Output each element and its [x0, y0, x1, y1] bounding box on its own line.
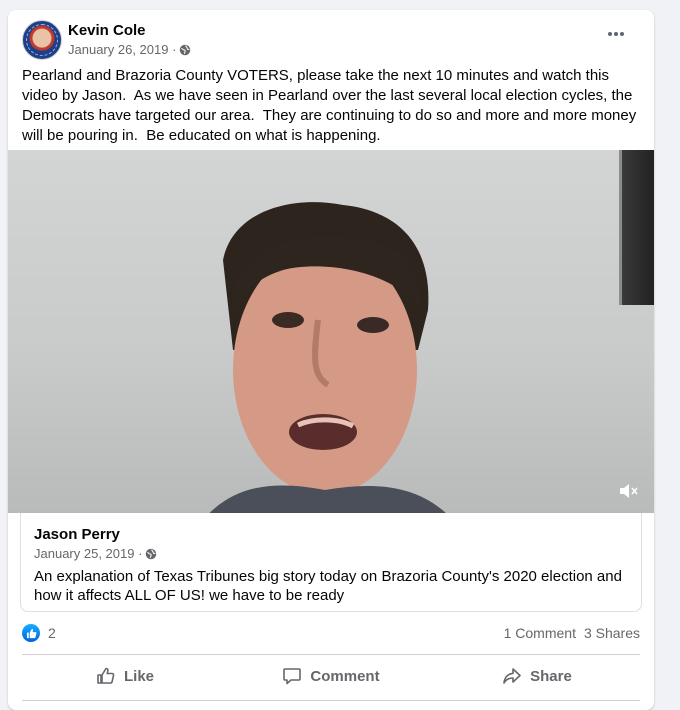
more-options-icon[interactable] — [604, 22, 628, 46]
post-stats: 2 1 Comment 3 Shares — [22, 622, 640, 646]
like-reaction-icon[interactable] — [22, 624, 40, 642]
divider — [22, 700, 640, 701]
engagement-counts: 1 Comment 3 Shares — [504, 625, 640, 641]
share-count[interactable]: 3 Shares — [584, 625, 640, 641]
like-count[interactable]: 2 — [48, 625, 56, 641]
globe-icon — [180, 44, 191, 55]
like-label: Like — [123, 667, 154, 685]
comment-icon — [283, 668, 302, 685]
like-button[interactable]: Like — [22, 659, 228, 693]
comment-count[interactable]: 1 Comment — [504, 625, 576, 641]
mute-icon[interactable] — [618, 481, 640, 501]
thumbs-up-icon — [97, 667, 115, 684]
comment-label: Comment — [310, 667, 380, 685]
comment-button[interactable]: Comment — [228, 659, 434, 693]
shared-post-meta: January 25, 2019 · — [34, 546, 157, 561]
shared-post-text: An explanation of Texas Tribunes big sto… — [34, 568, 622, 604]
post-meta: January 26, 2019 · — [68, 42, 191, 57]
globe-icon — [146, 548, 157, 559]
share-button[interactable]: Share — [434, 659, 640, 693]
shared-post-date[interactable]: January 25, 2019 · — [34, 546, 142, 561]
post-header: Kevin Cole January 26, 2019 · — [22, 20, 642, 64]
post-date[interactable]: January 26, 2019 · — [68, 42, 176, 57]
share-label: Share — [530, 667, 572, 685]
video-background-frame — [619, 150, 654, 305]
post-text: Pearland and Brazoria County VOTERS, ple… — [22, 67, 641, 144]
video-thumbnail-person — [209, 202, 446, 513]
post-card: Kevin Cole January 26, 2019 · Pearland a… — [8, 10, 654, 710]
author-name[interactable]: Kevin Cole — [68, 22, 146, 39]
post-actions: Like Comment Share — [22, 659, 640, 693]
divider — [22, 654, 640, 655]
shared-post-preview[interactable]: Jason Perry January 25, 2019 · An explan… — [20, 513, 642, 612]
author-avatar[interactable] — [22, 20, 62, 60]
video-player[interactable] — [8, 150, 654, 513]
shared-author-name[interactable]: Jason Perry — [34, 526, 120, 543]
share-icon — [503, 668, 521, 684]
